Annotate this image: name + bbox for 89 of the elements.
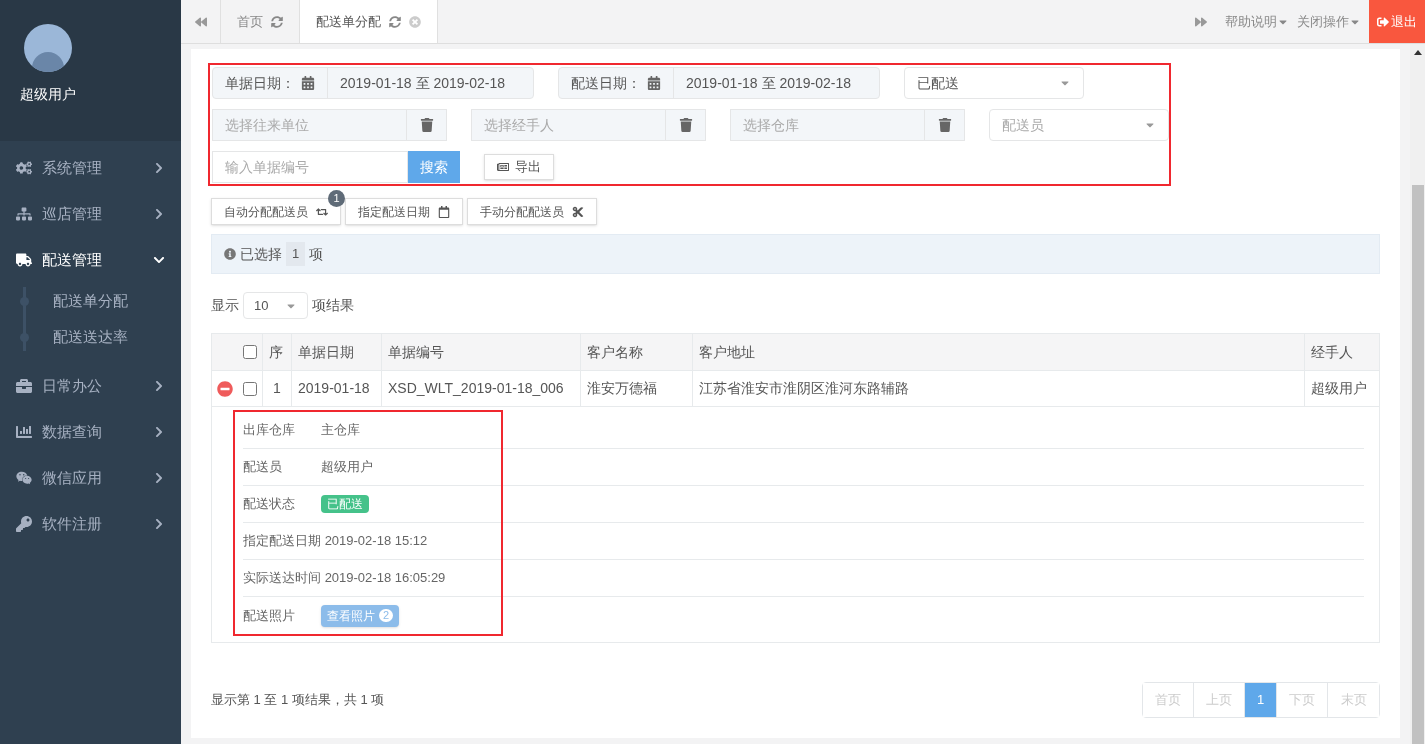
sidebar-item[interactable]: 巡店管理 (0, 191, 181, 237)
column-header[interactable]: 客户名称 (581, 334, 693, 370)
sidebar-subitem[interactable]: 配送送达率 (53, 325, 128, 349)
count-badge: 1 (286, 242, 306, 266)
chevron-right-icon (153, 380, 165, 392)
chevron-right-icon (153, 426, 165, 438)
calendar-icon (647, 76, 661, 90)
info-icon (224, 248, 236, 260)
column-header[interactable]: 经手人 (1305, 334, 1379, 370)
alert-text: 已选择 (240, 244, 282, 264)
column-header[interactable]: 序 (263, 334, 292, 370)
collapse-icon[interactable] (216, 380, 233, 397)
table-cell: 2019-01-18 (292, 371, 382, 406)
document-icon (497, 161, 509, 173)
detail-text: 指定配送日期 2019-02-18 15:12 (243, 532, 428, 551)
table-cell: 江苏省淮安市淮阴区淮河东路辅路 (693, 371, 1305, 406)
notification-badge: 1 (328, 190, 345, 207)
table-cell-text: 超级用户 (1310, 379, 1368, 398)
key-icon (16, 516, 32, 532)
avatar (24, 24, 72, 72)
sidebar-item[interactable]: 日常办公 (0, 363, 181, 409)
logout-icon (1377, 15, 1389, 28)
bar-chart-icon (16, 424, 32, 440)
refresh-icon[interactable] (389, 15, 401, 28)
action-button[interactable]: 手动分配配送员 (467, 198, 597, 225)
sidebar-item[interactable]: 配送管理 (0, 237, 181, 283)
chevron-down-icon (153, 254, 165, 266)
scissors-icon (572, 205, 584, 218)
column-header[interactable]: 单据日期 (292, 334, 382, 370)
code-input-field[interactable]: 输入单据编号 (212, 151, 408, 183)
calendar-icon (301, 76, 315, 90)
calendar-icon (438, 205, 450, 218)
page-length-select[interactable]: 10 (243, 292, 308, 319)
clear-button[interactable] (925, 109, 965, 141)
double-left-icon (194, 15, 207, 28)
chevron-right-icon (153, 518, 165, 530)
export-button[interactable]: 导出 (484, 154, 554, 180)
chevron-right-icon (153, 208, 165, 220)
detail-value: 超级用户 (321, 458, 373, 477)
truck-icon (16, 252, 32, 268)
sidebar-item[interactable]: 软件注册 (0, 501, 181, 547)
table-cell: 1 (263, 371, 292, 406)
detail-label: 配送员 (243, 458, 283, 477)
menu-dropdown[interactable]: 帮助说明 (1221, 0, 1293, 43)
date-range-field[interactable]: 单据日期： 2019-01-18 至 2019-02-18 (212, 67, 534, 99)
refresh-icon[interactable] (271, 15, 283, 28)
detail-label: 配送状态 (243, 495, 296, 514)
row-checkbox[interactable] (242, 381, 257, 396)
detail-text: 实际送达时间 2019-02-18 16:05:29 (243, 569, 446, 588)
tab[interactable]: 配送单分配 (300, 0, 438, 43)
briefcase-icon (16, 378, 32, 394)
length-label: 显示 (211, 296, 239, 315)
trash-icon (419, 118, 434, 132)
menu-dropdown[interactable]: 关闭操作 (1293, 0, 1365, 43)
count-badge: 2 (379, 609, 394, 622)
length-label: 项结果 (312, 296, 354, 315)
scrollbar-thumb[interactable] (1411, 185, 1424, 744)
page-info: 显示第 1 至 1 项结果，共 1 项 (211, 691, 385, 710)
scroll-up-arrow-icon[interactable] (1413, 50, 1422, 55)
sidebar-item[interactable]: 微信应用 (0, 455, 181, 501)
clear-button[interactable] (666, 109, 706, 141)
table-cell: 淮安万德福 (581, 371, 693, 406)
gears-icon (16, 160, 32, 176)
double-right-icon (1195, 15, 1207, 28)
action-button[interactable]: 指定配送日期 (345, 198, 463, 225)
select-all-checkbox[interactable] (242, 345, 257, 359)
chat-icon (16, 470, 32, 486)
sidebar-item[interactable]: 数据查询 (0, 409, 181, 455)
sidebar-subitem[interactable]: 配送单分配 (53, 289, 128, 313)
chevron-right-icon (153, 162, 165, 174)
column-header[interactable]: 客户地址 (693, 334, 1305, 370)
trash-icon (678, 118, 693, 132)
trash-icon (937, 118, 952, 132)
date-range-field[interactable]: 配送日期： 2019-01-18 至 2019-02-18 (558, 67, 880, 99)
status-badge: 已配送 (321, 495, 369, 513)
sidebar-item[interactable]: 系统管理 (0, 145, 181, 191)
arrows-icon (316, 205, 328, 218)
detail-value: 主仓库 (321, 421, 360, 440)
detail-label: 配送照片 (243, 606, 296, 625)
logout-button[interactable]: 退出 (1369, 0, 1425, 43)
sitemap-icon (16, 206, 32, 222)
user-name: 超级用户 (20, 85, 77, 104)
status-select[interactable]: 已配送 (904, 67, 1084, 99)
column-header[interactable]: 单据编号 (382, 334, 581, 370)
table-cell: XSD_WLT_2019-01-18_006 (382, 371, 581, 406)
detail-label: 出库仓库 (243, 421, 296, 440)
clear-button[interactable] (407, 109, 447, 141)
chevron-right-icon (153, 472, 165, 484)
alert-text: 项 (309, 244, 324, 264)
